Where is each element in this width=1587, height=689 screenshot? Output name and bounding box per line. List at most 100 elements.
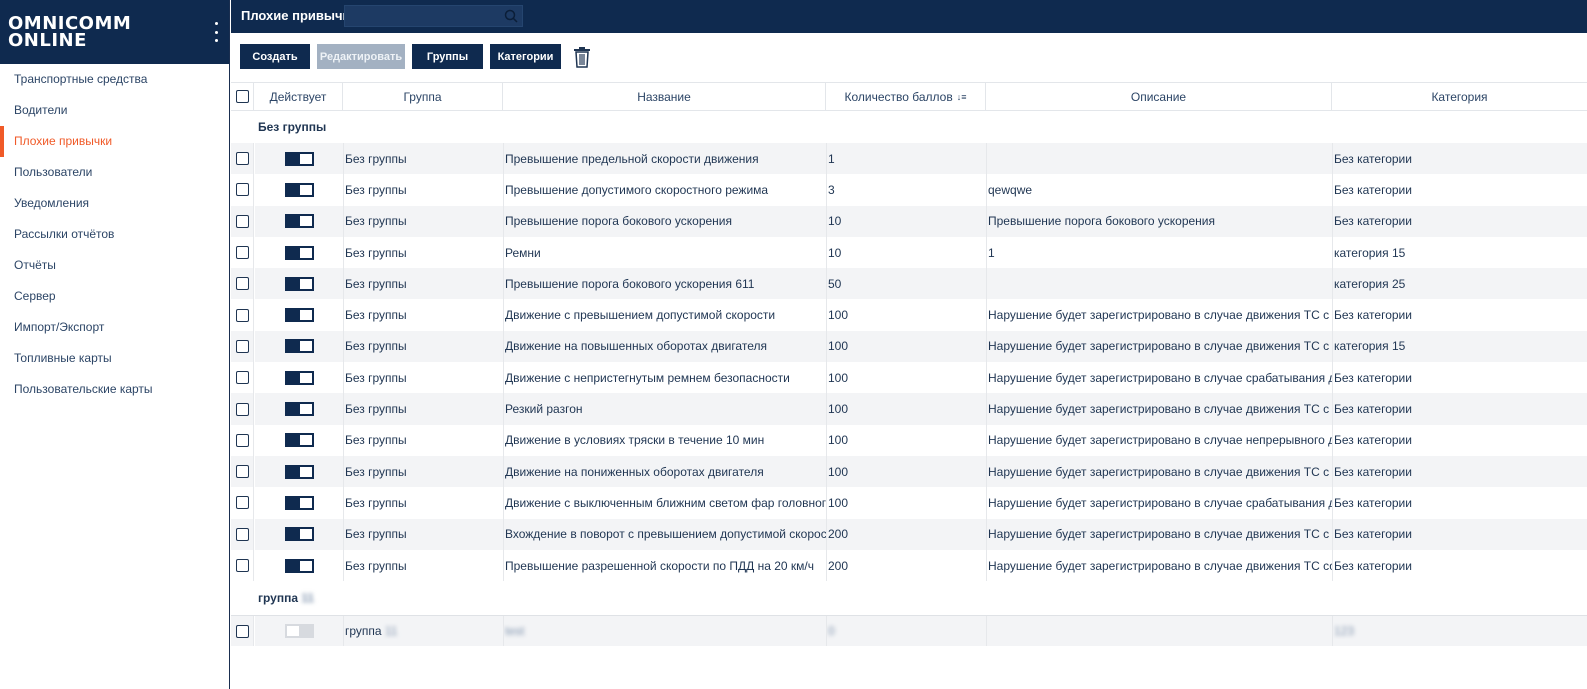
row-points: 10: [826, 236, 986, 269]
header-points[interactable]: Количество баллов ↓≡: [826, 83, 986, 110]
sidebar-item-users[interactable]: Пользователи: [0, 157, 229, 188]
row-checkbox[interactable]: [235, 624, 249, 638]
sidebar-item-drivers[interactable]: Водители: [0, 95, 229, 126]
row-checkbox-cell: [231, 393, 254, 425]
table-row[interactable]: Без группы Резкий разгон 100 Нарушение буде…: [231, 393, 1587, 425]
rows-container: Без группы Превышение предельной скорости…: [231, 143, 1587, 582]
table-row[interactable]: Без группы Превышение порога бокового уск…: [231, 268, 1587, 300]
sidebar-item-vehicles[interactable]: Транспортные средства: [0, 64, 229, 95]
active-toggle[interactable]: [284, 214, 314, 229]
table-row[interactable]: Без группы Превышение разрешенной скорост…: [231, 549, 1587, 582]
row-name: Ремни: [503, 236, 826, 269]
active-toggle[interactable]: [284, 464, 314, 479]
table-row[interactable]: Без группы Ремни 10 1 категория 15: [231, 236, 1587, 269]
sidebar-item-import-export[interactable]: Импорт/Экспорт: [0, 312, 229, 343]
active-toggle[interactable]: [284, 151, 314, 166]
row-checkbox[interactable]: [235, 433, 249, 447]
row-group: Без группы: [343, 393, 503, 425]
table-row[interactable]: Без группы Вхождение в поворот с превышен…: [231, 518, 1587, 550]
header-group[interactable]: Группа: [343, 83, 503, 110]
row-checkbox[interactable]: [235, 559, 249, 572]
row-checkbox[interactable]: [235, 308, 249, 322]
header-active[interactable]: Действует: [254, 83, 343, 110]
active-toggle[interactable]: [284, 527, 314, 542]
row-name-label: test: [505, 624, 525, 639]
table-row[interactable]: Без группы Движение на повышенных оборота…: [231, 330, 1587, 363]
trash-icon[interactable]: [572, 46, 592, 68]
sidebar-item-reports[interactable]: Отчёты: [0, 250, 229, 281]
active-toggle[interactable]: [284, 308, 314, 323]
row-checkbox-cell: [231, 268, 254, 300]
sort-icon[interactable]: ↓≡: [957, 92, 967, 102]
active-toggle[interactable]: [284, 182, 314, 197]
header-name[interactable]: Название: [503, 83, 826, 110]
row-description: [986, 616, 1332, 647]
table-row[interactable]: группа 11 test 0 123: [231, 615, 1587, 647]
kebab-menu-icon[interactable]: [211, 22, 221, 42]
sidebar-item-server[interactable]: Сервер: [0, 281, 229, 312]
table-row[interactable]: Без группы Движение с выключенным ближним…: [231, 487, 1587, 519]
row-points: 3: [826, 174, 986, 206]
sidebar-item-fuel-cards[interactable]: Топливные карты: [0, 343, 229, 374]
table-row[interactable]: Без группы Движение с непристегнутым ремн…: [231, 362, 1587, 394]
search-input[interactable]: [344, 5, 523, 27]
row-group: Без группы: [343, 455, 503, 488]
categories-button[interactable]: Категории: [490, 44, 561, 69]
groups-button[interactable]: Группы: [412, 44, 483, 69]
sidebar-item-label: Плохие привычки: [14, 134, 113, 148]
sidebar-item-notifications[interactable]: Уведомления: [0, 188, 229, 219]
row-checkbox[interactable]: [235, 465, 249, 479]
table-row[interactable]: Без группы Движение в условиях тряски в т…: [231, 424, 1587, 456]
row-description: Нарушение будет зарегистрировано в случа…: [986, 299, 1332, 331]
row-checkbox[interactable]: [235, 339, 249, 353]
header-category[interactable]: Категория: [1332, 83, 1587, 110]
active-toggle[interactable]: [284, 402, 314, 417]
row-group: Без группы: [343, 330, 503, 363]
row-group: Без группы: [343, 424, 503, 456]
row-category: Без категории: [1332, 424, 1587, 456]
active-toggle[interactable]: [284, 558, 314, 573]
row-checkbox-cell: [231, 616, 254, 647]
row-checkbox[interactable]: [235, 152, 249, 166]
search-icon[interactable]: [504, 9, 518, 23]
sidebar-item-report-mailings[interactable]: Рассылки отчётов: [0, 219, 229, 250]
active-toggle[interactable]: [284, 339, 314, 354]
header-description[interactable]: Описание: [986, 83, 1332, 110]
table-row[interactable]: Без группы Движение с превышением допусти…: [231, 299, 1587, 331]
row-group: Без группы: [343, 143, 503, 175]
select-all-checkbox[interactable]: [235, 90, 249, 103]
active-toggle[interactable]: [284, 276, 314, 291]
row-checkbox[interactable]: [235, 277, 249, 291]
create-button[interactable]: Создать: [240, 44, 310, 69]
table-row[interactable]: Без группы Превышение предельной скорости…: [231, 143, 1587, 175]
row-checkbox[interactable]: [235, 527, 249, 541]
row-category: Без категории: [1332, 455, 1587, 488]
sidebar-item-user-maps[interactable]: Пользовательские карты: [0, 374, 229, 405]
table-row[interactable]: Без группы Превышение допустимого скорост…: [231, 174, 1587, 206]
active-toggle[interactable]: [284, 495, 314, 510]
table-row[interactable]: Без группы Движение на пониженных оборота…: [231, 455, 1587, 488]
row-group: Без группы: [343, 205, 503, 237]
header-points-label: Количество баллов: [844, 89, 953, 104]
active-toggle[interactable]: [284, 433, 314, 448]
row-checkbox-cell: [231, 174, 254, 206]
row-description: Превышение порога бокового ускорения: [986, 205, 1332, 237]
row-description: Нарушение будет зарегистрировано в случа…: [986, 487, 1332, 519]
active-toggle[interactable]: [284, 245, 314, 260]
active-toggle[interactable]: [284, 624, 314, 639]
row-checkbox[interactable]: [235, 214, 249, 228]
row-group: Без группы: [343, 487, 503, 519]
row-checkbox[interactable]: [235, 402, 249, 416]
active-toggle[interactable]: [284, 370, 314, 385]
row-points: 100: [826, 330, 986, 363]
row-name: Движение с непристегнутым ремнем безопас…: [503, 362, 826, 394]
edit-button[interactable]: Редактировать: [317, 44, 405, 69]
row-checkbox[interactable]: [235, 246, 249, 260]
row-active-cell: [254, 549, 343, 582]
row-checkbox[interactable]: [235, 183, 249, 197]
row-checkbox[interactable]: [235, 496, 249, 510]
row-checkbox[interactable]: [235, 371, 249, 385]
sidebar-item-bad-habits[interactable]: Плохие привычки: [0, 126, 229, 157]
row-active-cell: [254, 205, 343, 237]
table-row[interactable]: Без группы Превышение порога бокового уск…: [231, 205, 1587, 237]
